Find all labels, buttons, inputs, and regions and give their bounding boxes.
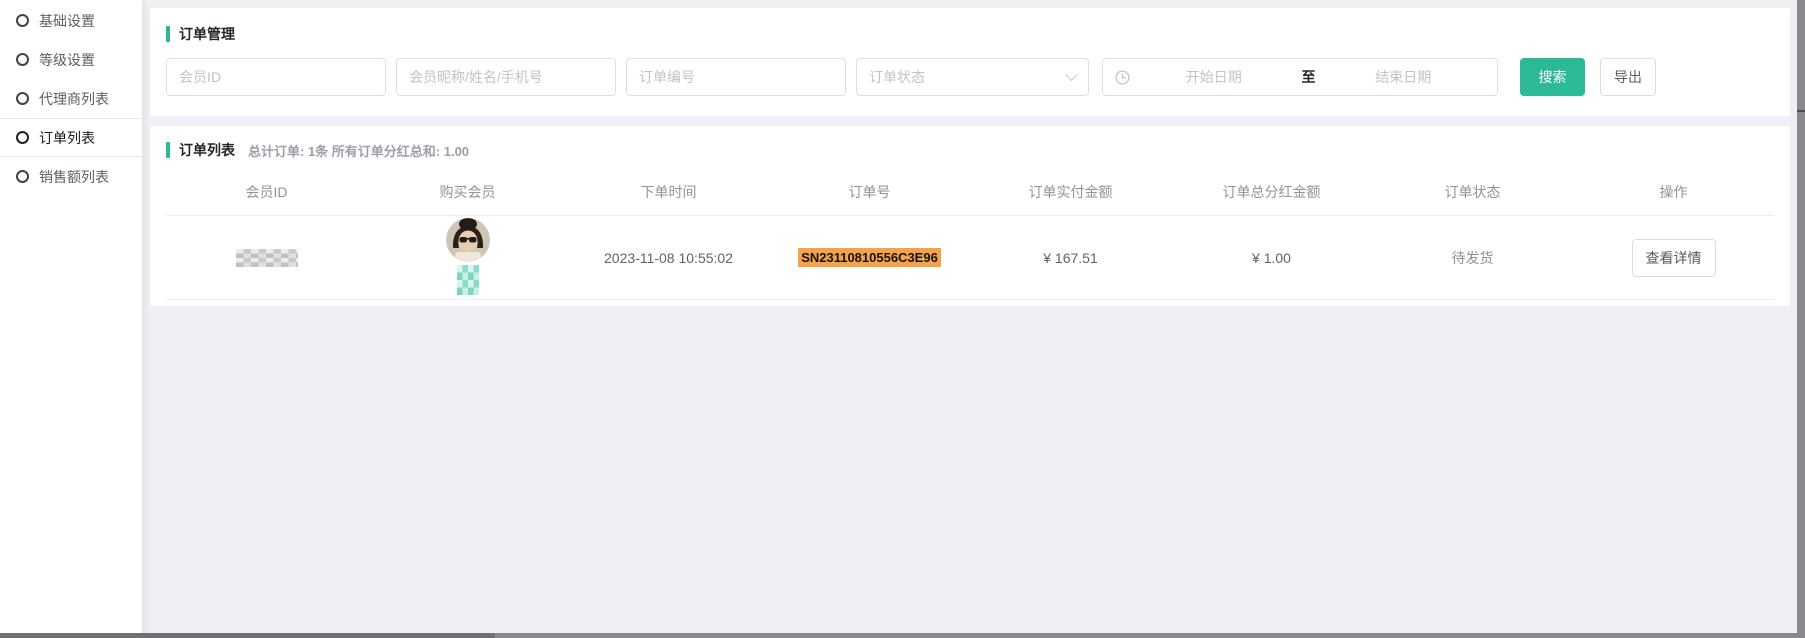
cell-order-time: 2023-11-08 10:55:02 [568, 250, 769, 266]
circle-outline-icon [16, 14, 29, 27]
circle-outline-icon [16, 53, 29, 66]
column-header-buyer: 购买会员 [367, 166, 568, 215]
vertical-scrollbar-notch [1797, 110, 1805, 112]
order-management-card: 订单管理 订单状态 开始日期 至 结束日期 [150, 8, 1790, 116]
date-range-picker[interactable]: 开始日期 至 结束日期 [1102, 58, 1498, 96]
column-header-dividend-amount: 订单总分红金额 [1171, 166, 1372, 215]
cell-actions: 查看详情 [1573, 239, 1774, 277]
main-content: 订单管理 订单状态 开始日期 至 结束日期 [142, 0, 1805, 638]
sidebar-item-label: 基础设置 [39, 11, 95, 31]
sidebar-item-order-list[interactable]: 订单列表 [0, 118, 142, 157]
column-header-member-id: 会员ID [166, 166, 367, 215]
redacted-member-name [457, 265, 479, 295]
filter-bar: 订单状态 开始日期 至 结束日期 搜索 导出 [166, 58, 1774, 96]
cell-member-id [166, 249, 367, 267]
section-accent-bar [166, 142, 170, 158]
circle-outline-icon [16, 170, 29, 183]
chevron-down-icon [1065, 68, 1078, 81]
avatar [446, 218, 490, 262]
order-status-select[interactable]: 订单状态 [856, 58, 1089, 96]
section-title: 订单管理 [179, 24, 235, 44]
horizontal-scrollbar-thumb[interactable] [0, 633, 495, 638]
table-row: 2023-11-08 10:55:02 SN23110810556C3E96 ¥… [166, 216, 1774, 300]
export-button[interactable]: 导出 [1600, 58, 1656, 96]
column-header-order-time: 下单时间 [568, 166, 769, 215]
order-list-summary: 总计订单: 1条 所有订单分红总和: 1.00 [248, 141, 469, 160]
sidebar-item-basic-settings[interactable]: 基础设置 [0, 1, 142, 40]
cell-buyer [367, 216, 568, 299]
section-accent-bar [166, 26, 170, 42]
end-date-placeholder: 结束日期 [1322, 67, 1486, 87]
cell-order-status: 待发货 [1372, 248, 1573, 268]
sidebar-item-agent-list[interactable]: 代理商列表 [0, 79, 142, 118]
orders-table: 会员ID 购买会员 下单时间 订单号 订单实付金额 订单总分红金额 订单状态 操… [166, 166, 1774, 300]
clock-icon [1115, 70, 1130, 85]
horizontal-scrollbar[interactable] [0, 633, 1805, 638]
sidebar-item-sales-list[interactable]: 销售额列表 [0, 157, 142, 196]
order-management-header: 订单管理 [166, 24, 1774, 44]
section-title: 订单列表 [179, 140, 235, 160]
date-separator: 至 [1296, 67, 1322, 87]
search-button[interactable]: 搜索 [1520, 58, 1585, 96]
start-date-placeholder: 开始日期 [1132, 67, 1296, 87]
highlighted-order-no: SN23110810556C3E96 [798, 248, 941, 267]
redacted-member-id [236, 249, 298, 267]
sidebar-item-label: 销售额列表 [39, 167, 109, 187]
order-list-card: 订单列表 总计订单: 1条 所有订单分红总和: 1.00 会员ID 购买会员 下… [150, 126, 1790, 306]
sidebar-item-label: 订单列表 [39, 128, 95, 148]
column-header-order-no: 订单号 [769, 166, 970, 215]
column-header-paid-amount: 订单实付金额 [970, 166, 1171, 215]
app-root: 基础设置 等级设置 代理商列表 订单列表 销售额列表 订单管理 [0, 0, 1805, 638]
sidebar-item-level-settings[interactable]: 等级设置 [0, 40, 142, 79]
order-no-input[interactable] [626, 58, 846, 96]
order-status-placeholder: 订单状态 [869, 67, 925, 87]
view-detail-button[interactable]: 查看详情 [1632, 239, 1716, 277]
vertical-scrollbar[interactable] [1797, 0, 1805, 638]
column-header-order-status: 订单状态 [1372, 166, 1573, 215]
member-name-input[interactable] [396, 58, 616, 96]
cell-order-no: SN23110810556C3E96 [769, 248, 970, 267]
sidebar-item-label: 等级设置 [39, 50, 95, 70]
sidebar: 基础设置 等级设置 代理商列表 订单列表 销售额列表 [0, 0, 142, 638]
member-id-input[interactable] [166, 58, 386, 96]
cell-dividend-amount: ¥ 1.00 [1171, 250, 1372, 266]
cell-paid-amount: ¥ 167.51 [970, 250, 1171, 266]
column-header-actions: 操作 [1573, 166, 1774, 215]
sidebar-item-label: 代理商列表 [39, 89, 109, 109]
circle-outline-icon [16, 131, 29, 144]
circle-outline-icon [16, 92, 29, 105]
table-header-row: 会员ID 购买会员 下单时间 订单号 订单实付金额 订单总分红金额 订单状态 操… [166, 166, 1774, 216]
order-list-header: 订单列表 总计订单: 1条 所有订单分红总和: 1.00 [166, 140, 1774, 160]
